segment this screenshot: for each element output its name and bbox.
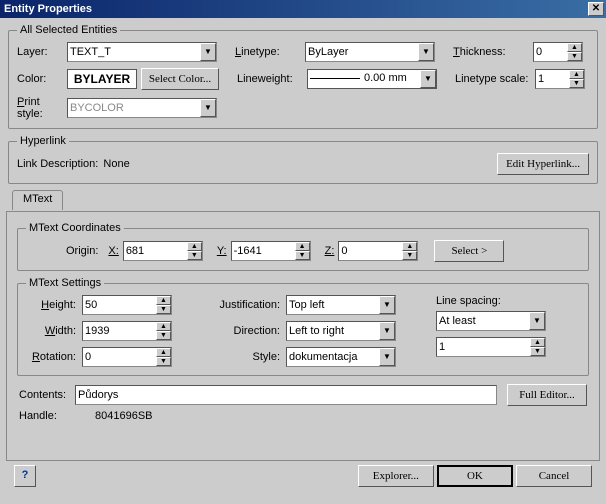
layer-value[interactable] [67,42,217,62]
line-spacing-label: Line spacing: [436,295,580,307]
lineweight-value: 0.00 mm [364,72,407,84]
layer-label: Layer: [17,46,67,58]
ok-button[interactable]: OK [437,465,513,487]
group-mtext-settings-legend: MText Settings [26,277,104,289]
spin-up-icon[interactable]: ▲ [567,43,582,52]
lineweight-combo[interactable]: 0.00 mm ▼ [307,69,437,89]
linetype-label: inetype: [241,46,280,58]
color-swatch[interactable]: BYLAYER [67,69,137,89]
lineweight-label: Lineweight: [237,73,307,85]
group-all-selected: All Selected Entities Layer: ▼ Linetype:… [8,24,598,129]
contents-label: Contents: [19,389,75,401]
width-label: idth: [55,325,76,337]
x-label: X: [108,245,118,257]
direction-combo[interactable]: ▼ [286,321,396,341]
tab-bar: MText [6,190,600,212]
group-mtext-coords-legend: MText Coordinates [26,222,124,234]
select-points-button[interactable]: Select > [434,240,504,262]
close-button[interactable]: ✕ [588,2,604,16]
origin-label: Origin: [66,245,98,257]
help-button[interactable]: ? [14,465,36,487]
tab-panel-mtext: MText Coordinates Origin: X: ▲▼ Y: ▲▼ Z:… [6,211,600,461]
spin-down-icon[interactable]: ▼ [567,52,582,61]
rotation-label: otation: [40,351,76,363]
color-label: Color: [17,73,67,85]
group-all-selected-legend: All Selected Entities [17,24,120,36]
style-combo[interactable]: ▼ [286,347,396,367]
window-title: Entity Properties [4,0,92,18]
explorer-button[interactable]: Explorer... [358,465,434,487]
justification-label: Justification: [216,299,286,311]
lineweight-line-icon [310,78,360,79]
line-spacing-factor-spinner[interactable]: ▲▼ [436,337,546,357]
z-label: Z: [325,245,335,257]
tab-mtext[interactable]: MText [12,190,63,210]
spin-down-icon[interactable]: ▼ [569,79,584,88]
link-desc-label: Link Description: [17,158,98,170]
group-hyperlink-legend: Hyperlink [17,135,69,147]
select-color-button[interactable]: Select Color... [141,68,219,90]
direction-label: Direction: [216,325,286,337]
linetype-scale-spinner[interactable]: ▲▼ [535,69,585,89]
cancel-button[interactable]: Cancel [516,465,592,487]
thickness-spinner[interactable]: ▲▼ [533,42,583,62]
print-style-combo: ▼ [67,98,217,118]
title-bar: Entity Properties ✕ [0,0,606,18]
width-spinner[interactable]: ▲▼ [82,321,172,341]
handle-label: Handle: [19,410,75,422]
linetype-scale-label: Linetype scale: [455,73,535,85]
origin-y-spinner[interactable]: ▲▼ [231,241,311,261]
direction-value[interactable] [286,321,396,341]
height-label: eight: [49,299,76,311]
justification-value[interactable] [286,295,396,315]
line-spacing-mode-combo[interactable]: ▼ [436,311,546,331]
group-hyperlink: Hyperlink Link Description: None Edit Hy… [8,135,598,184]
line-spacing-mode-value[interactable] [436,311,546,331]
contents-input[interactable] [75,385,497,405]
edit-hyperlink-button[interactable]: Edit Hyperlink... [497,153,589,175]
link-desc-value: None [103,158,129,170]
y-label: Y: [217,245,227,257]
linetype-combo[interactable]: ▼ [305,42,435,62]
height-spinner[interactable]: ▲▼ [82,295,172,315]
group-mtext-coords: MText Coordinates Origin: X: ▲▼ Y: ▲▼ Z:… [17,222,589,271]
style-value[interactable] [286,347,396,367]
style-label: Style: [216,351,286,363]
rotation-spinner[interactable]: ▲▼ [82,347,172,367]
origin-z-spinner[interactable]: ▲▼ [338,241,418,261]
justification-combo[interactable]: ▼ [286,295,396,315]
spin-up-icon[interactable]: ▲ [569,70,584,79]
linetype-value[interactable] [305,42,435,62]
thickness-label: hickness: [460,46,506,58]
full-editor-button[interactable]: Full Editor... [507,384,587,406]
print-style-value [67,98,217,118]
layer-combo[interactable]: ▼ [67,42,217,62]
handle-value: 8041696SB [95,410,153,422]
origin-x-spinner[interactable]: ▲▼ [123,241,203,261]
group-mtext-settings: MText Settings Height:▲▼ Width:▲▼ Rotati… [17,277,589,376]
